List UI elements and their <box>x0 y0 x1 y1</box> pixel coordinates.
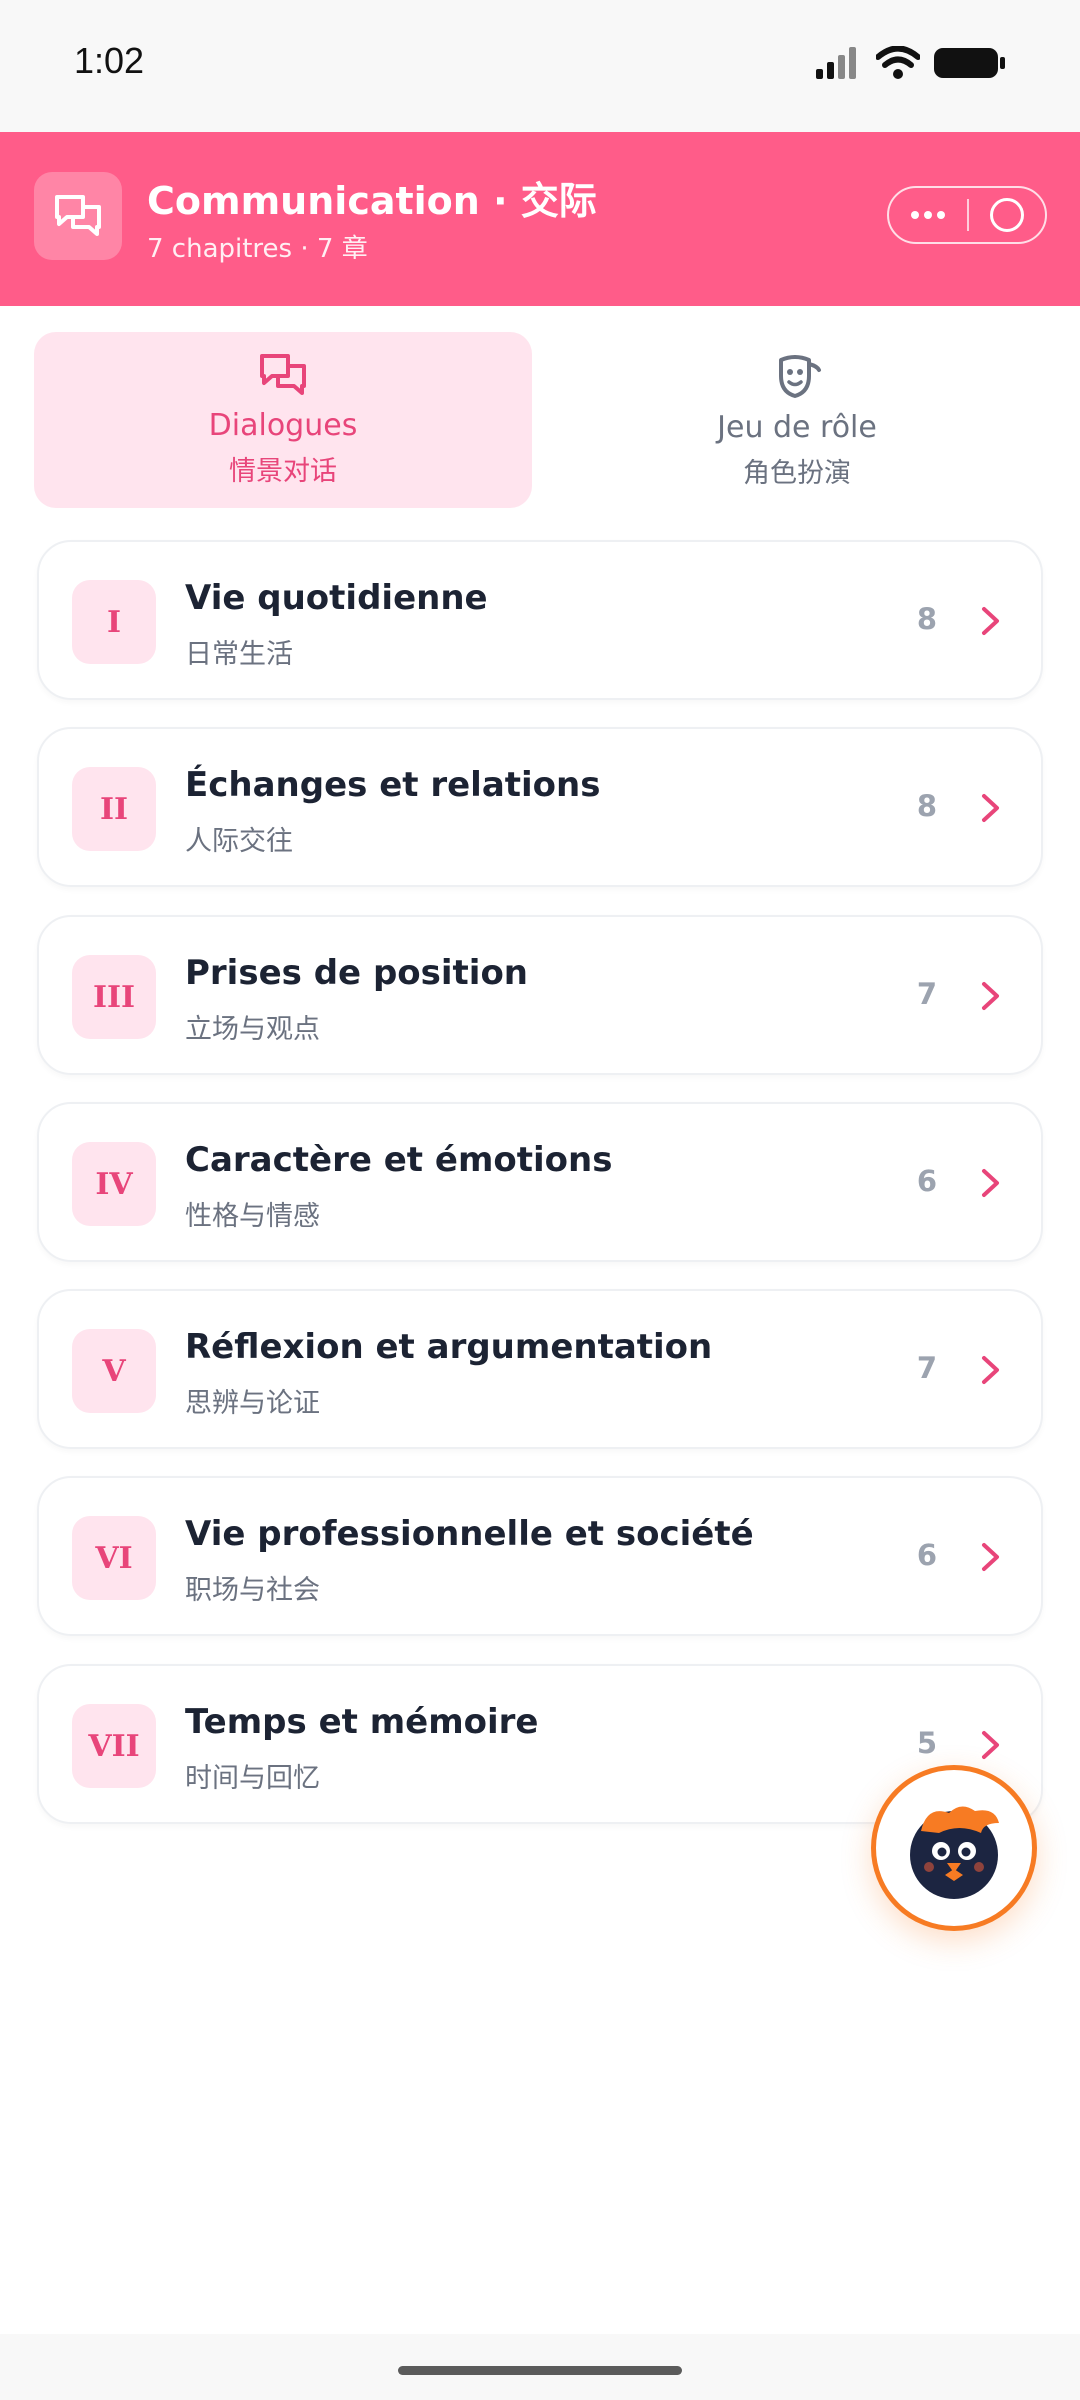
chevron-right-icon <box>982 607 999 635</box>
chapter-subtitle: 性格与情感 <box>185 1201 320 1232</box>
chapter-card[interactable]: V Réflexion et argumentation 思辨与论证 7 <box>37 1289 1043 1449</box>
chevron-right-icon <box>982 1543 999 1571</box>
chat-bubbles-icon <box>34 172 122 260</box>
chapter-title: Échanges et relations <box>185 765 601 805</box>
chapter-card[interactable]: VI Vie professionnelle et société 职场与社会 … <box>37 1476 1043 1636</box>
chapter-card[interactable]: II Échanges et relations 人际交往 8 <box>37 727 1043 887</box>
close-ring-icon <box>990 198 1024 232</box>
chapter-subtitle: 人际交往 <box>185 826 293 857</box>
theater-masks-icon <box>779 355 821 398</box>
tab-label-zh: 情景对话 <box>229 456 337 487</box>
chapter-title: Prises de position <box>185 953 529 993</box>
chapter-card[interactable]: IV Caractère et émotions 性格与情感 6 <box>37 1102 1043 1262</box>
tab-dialogues[interactable]: Dialogues 情景对话 <box>34 332 532 508</box>
more-dots-icon <box>911 211 945 219</box>
chapter-numeral: VI <box>72 1516 156 1600</box>
chevron-right-icon <box>982 982 999 1010</box>
chapter-numeral: IV <box>72 1142 156 1226</box>
lesson-count: 7 <box>916 977 937 1011</box>
chapter-subtitle: 思辨与论证 <box>185 1388 320 1419</box>
chapter-numeral: V <box>72 1329 156 1413</box>
tab-label-fr: Dialogues <box>208 408 358 443</box>
chapter-title: Réflexion et argumentation <box>185 1327 713 1367</box>
tab-label-zh: 角色扮演 <box>743 458 851 489</box>
tab-label-fr: Jeu de rôle <box>717 410 877 445</box>
home-indicator[interactable] <box>398 2366 682 2375</box>
chapter-subtitle: 立场与观点 <box>185 1014 320 1045</box>
chapter-numeral: II <box>72 767 156 851</box>
chapter-card[interactable]: I Vie quotidienne 日常生活 8 <box>37 540 1043 700</box>
mode-tabs: Dialogues 情景对话 Jeu de rôle 角色扮演 <box>34 332 1046 508</box>
chapter-subtitle: 时间与回忆 <box>185 1763 320 1794</box>
tab-role-play[interactable]: Jeu de rôle 角色扮演 <box>548 332 1046 508</box>
chapter-title: Vie professionnelle et société <box>185 1514 754 1554</box>
mini-program-capsule <box>887 186 1047 244</box>
chat-bubbles-icon <box>260 354 306 395</box>
chapter-title: Vie quotidienne <box>185 578 488 618</box>
status-time: 1:02 <box>74 40 145 81</box>
chevron-right-icon <box>982 1169 999 1197</box>
battery-icon <box>934 48 1005 78</box>
chapter-subtitle: 职场与社会 <box>185 1575 320 1606</box>
more-button[interactable] <box>889 188 967 242</box>
chapter-title: Caractère et émotions <box>185 1140 613 1180</box>
chapter-numeral: III <box>72 955 156 1039</box>
chapter-numeral: VII <box>72 1704 156 1788</box>
lesson-count: 5 <box>916 1726 937 1760</box>
app-header: Communication · 交际 7 chapitres · 7 章 <box>0 132 1080 306</box>
close-button[interactable] <box>969 188 1045 242</box>
assistant-fab-button[interactable] <box>871 1765 1037 1931</box>
lesson-count: 7 <box>916 1351 937 1385</box>
lesson-count: 6 <box>916 1164 937 1198</box>
status-icons <box>816 46 1006 80</box>
page-subtitle: 7 chapitres · 7 章 <box>147 234 368 264</box>
chapter-card[interactable]: III Prises de position 立场与观点 7 <box>37 915 1043 1075</box>
chapter-numeral: I <box>72 580 156 664</box>
lesson-count: 8 <box>916 602 937 636</box>
chevron-right-icon <box>982 1731 999 1759</box>
home-indicator-area <box>0 2334 1080 2400</box>
signal-icon <box>816 47 856 79</box>
lesson-count: 8 <box>916 789 937 823</box>
chevron-right-icon <box>982 1356 999 1384</box>
chapter-subtitle: 日常生活 <box>185 639 293 670</box>
owl-mascot-icon <box>910 1806 999 1899</box>
page-title: Communication · 交际 <box>147 179 597 223</box>
chevron-right-icon <box>982 794 999 822</box>
wifi-icon <box>876 46 920 79</box>
chapter-title: Temps et mémoire <box>185 1702 539 1742</box>
lesson-count: 6 <box>916 1538 937 1572</box>
status-bar: 1:02 <box>0 0 1080 132</box>
